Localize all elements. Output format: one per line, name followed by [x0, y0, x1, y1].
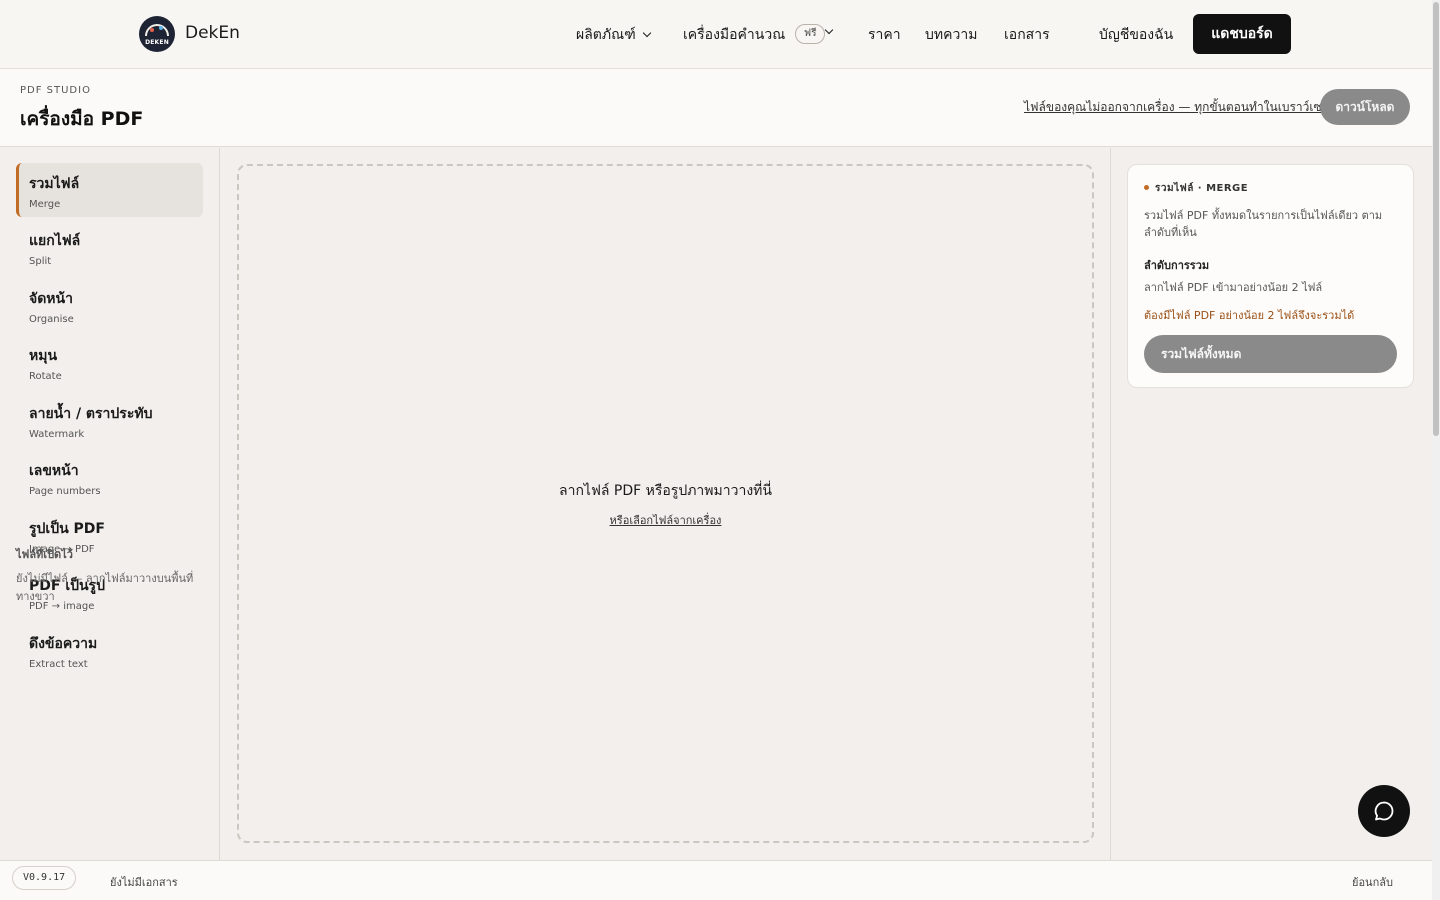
page-kicker: PDF STUDIO	[20, 85, 91, 96]
logo-text: DEKEN	[145, 39, 169, 46]
version-badge: V0.9.17	[12, 866, 77, 890]
merge-warning: ต้องมีไฟล์ PDF อย่างน้อย 2 ไฟล์จึงจะรวมไ…	[1144, 309, 1355, 322]
nav-item-products[interactable]: ผลิตภัณฑ์	[576, 24, 651, 46]
tool-sublabel: Organise	[29, 314, 74, 325]
scrollbar-thumb[interactable]	[1433, 2, 1439, 436]
tool-item-watermark[interactable]: ลายน้ำ / ตราประทับ Watermark	[16, 393, 203, 447]
nav-item-docs[interactable]: เอกสาร	[1004, 24, 1050, 46]
chat-button[interactable]	[1358, 785, 1410, 837]
panel-heading-text: รวมไฟล์ · MERGE	[1155, 183, 1249, 194]
brand-logo[interactable]: DEKEN	[139, 16, 175, 52]
dropzone-browse-wrap: หรือเลือกไฟล์จากเครื่อง	[239, 511, 1092, 529]
download-button[interactable]: ดาวน์โหลด	[1320, 89, 1410, 125]
logo-dot-icon	[150, 28, 154, 32]
nav-item-pricing[interactable]: ราคา	[868, 24, 901, 46]
chevron-down-icon	[642, 28, 651, 38]
document-status: ยังไม่มีเอกสาร	[110, 876, 178, 889]
dashboard-button[interactable]: แดชบอร์ด	[1193, 14, 1291, 54]
status-dot-icon	[1144, 185, 1149, 190]
tool-sublabel: Rotate	[29, 371, 62, 382]
tool-label: ลายน้ำ / ตราประทับ	[29, 406, 153, 422]
browse-files-link[interactable]: หรือเลือกไฟล์จากเครื่อง	[610, 514, 722, 527]
free-badge: ฟรี	[795, 24, 826, 44]
tool-item-merge[interactable]: รวมไฟล์ Merge	[16, 163, 203, 217]
tool-label: แยกไฟล์	[29, 233, 81, 249]
nav-item-articles[interactable]: บทความ	[925, 24, 977, 46]
nav-item-label: เครื่องมือคำนวณ	[683, 27, 786, 43]
nav-item-calculators[interactable]: เครื่องมือคำนวณ	[683, 24, 785, 46]
tool-item-organise[interactable]: จัดหน้า Organise	[16, 278, 203, 332]
tool-item-split[interactable]: แยกไฟล์ Split	[16, 220, 203, 274]
logo-arch-icon	[145, 24, 169, 36]
tool-label: เลขหน้า	[29, 463, 79, 479]
tool-label: ดึงข้อความ	[29, 636, 98, 652]
file-dropzone[interactable]: ลากไฟล์ PDF หรือรูปภาพมาวางที่นี่ หรือเล…	[237, 164, 1094, 843]
tool-sublabel: Merge	[29, 199, 61, 210]
tool-sublabel: Split	[29, 256, 52, 267]
panel-description: รวมไฟล์ PDF ทั้งหมดในรายการเป็นไฟล์เดียว…	[1144, 209, 1383, 239]
chevron-down-icon	[824, 25, 834, 35]
back-link[interactable]: ย้อนกลับ	[1352, 873, 1393, 891]
merge-order-title: ลำดับการรวม	[1144, 259, 1210, 272]
tool-item-page-numbers[interactable]: เลขหน้า Page numbers	[16, 450, 203, 504]
merge-all-button[interactable]: รวมไฟล์ทั้งหมด	[1144, 335, 1397, 373]
logo-dot-icon	[159, 26, 163, 30]
tool-item-rotate[interactable]: หมุน Rotate	[16, 335, 203, 389]
nav-item-label: บทความ	[925, 27, 978, 43]
tool-label: หมุน	[29, 348, 58, 364]
page-header: PDF STUDIO เครื่องมือ PDF ไฟล์ของคุณไม่อ…	[0, 69, 1432, 147]
nav-item-label: ผลิตภัณฑ์	[576, 27, 636, 43]
account-link[interactable]: บัญชีของฉัน	[1099, 24, 1173, 46]
brand-name[interactable]: DekEn	[185, 23, 240, 43]
tool-item-extract-text[interactable]: ดึงข้อความ Extract text	[16, 623, 203, 677]
tool-label: จัดหน้า	[29, 291, 73, 307]
tool-label: รูปเป็น PDF	[29, 521, 105, 537]
nav-item-calculators-chevron[interactable]	[824, 24, 834, 40]
tool-label: รวมไฟล์	[29, 176, 80, 192]
merge-options-card: รวมไฟล์ · MERGE รวมไฟล์ PDF ทั้งหมดในราย…	[1127, 164, 1414, 388]
page-scrollbar[interactable]	[1432, 0, 1440, 900]
tool-sublabel: Page numbers	[29, 486, 101, 497]
panel-heading: รวมไฟล์ · MERGE	[1144, 181, 1248, 196]
open-files-heading: ไฟล์ที่เปิดไว้	[16, 548, 73, 561]
tool-sublabel: Watermark	[29, 429, 85, 440]
chat-bubble-icon	[1374, 801, 1394, 821]
tool-sublabel: Extract text	[29, 659, 88, 670]
page-title: เครื่องมือ PDF	[20, 108, 144, 130]
privacy-note-link[interactable]: ไฟล์ของคุณไม่ออกจากเครื่อง — ทุกขั้นตอนท…	[1024, 98, 1343, 117]
merge-order-hint: ลากไฟล์ PDF เข้ามาอย่างน้อย 2 ไฟล์	[1144, 281, 1323, 294]
dropzone-instruction: ลากไฟล์ PDF หรือรูปภาพมาวางที่นี่	[559, 483, 772, 499]
top-navbar: DEKEN DekEn ผลิตภัณฑ์ เครื่องมือคำนวณ ฟร…	[0, 0, 1432, 69]
open-files-empty-state: ยังไม่มีไฟล์ — ลากไฟล์มาวางบนพื้นที่ทางข…	[16, 572, 194, 603]
nav-item-label: เอกสาร	[1004, 27, 1050, 43]
status-footer: V0.9.17 ยังไม่มีเอกสาร ย้อนกลับ	[0, 860, 1432, 900]
nav-item-label: ราคา	[868, 27, 901, 43]
